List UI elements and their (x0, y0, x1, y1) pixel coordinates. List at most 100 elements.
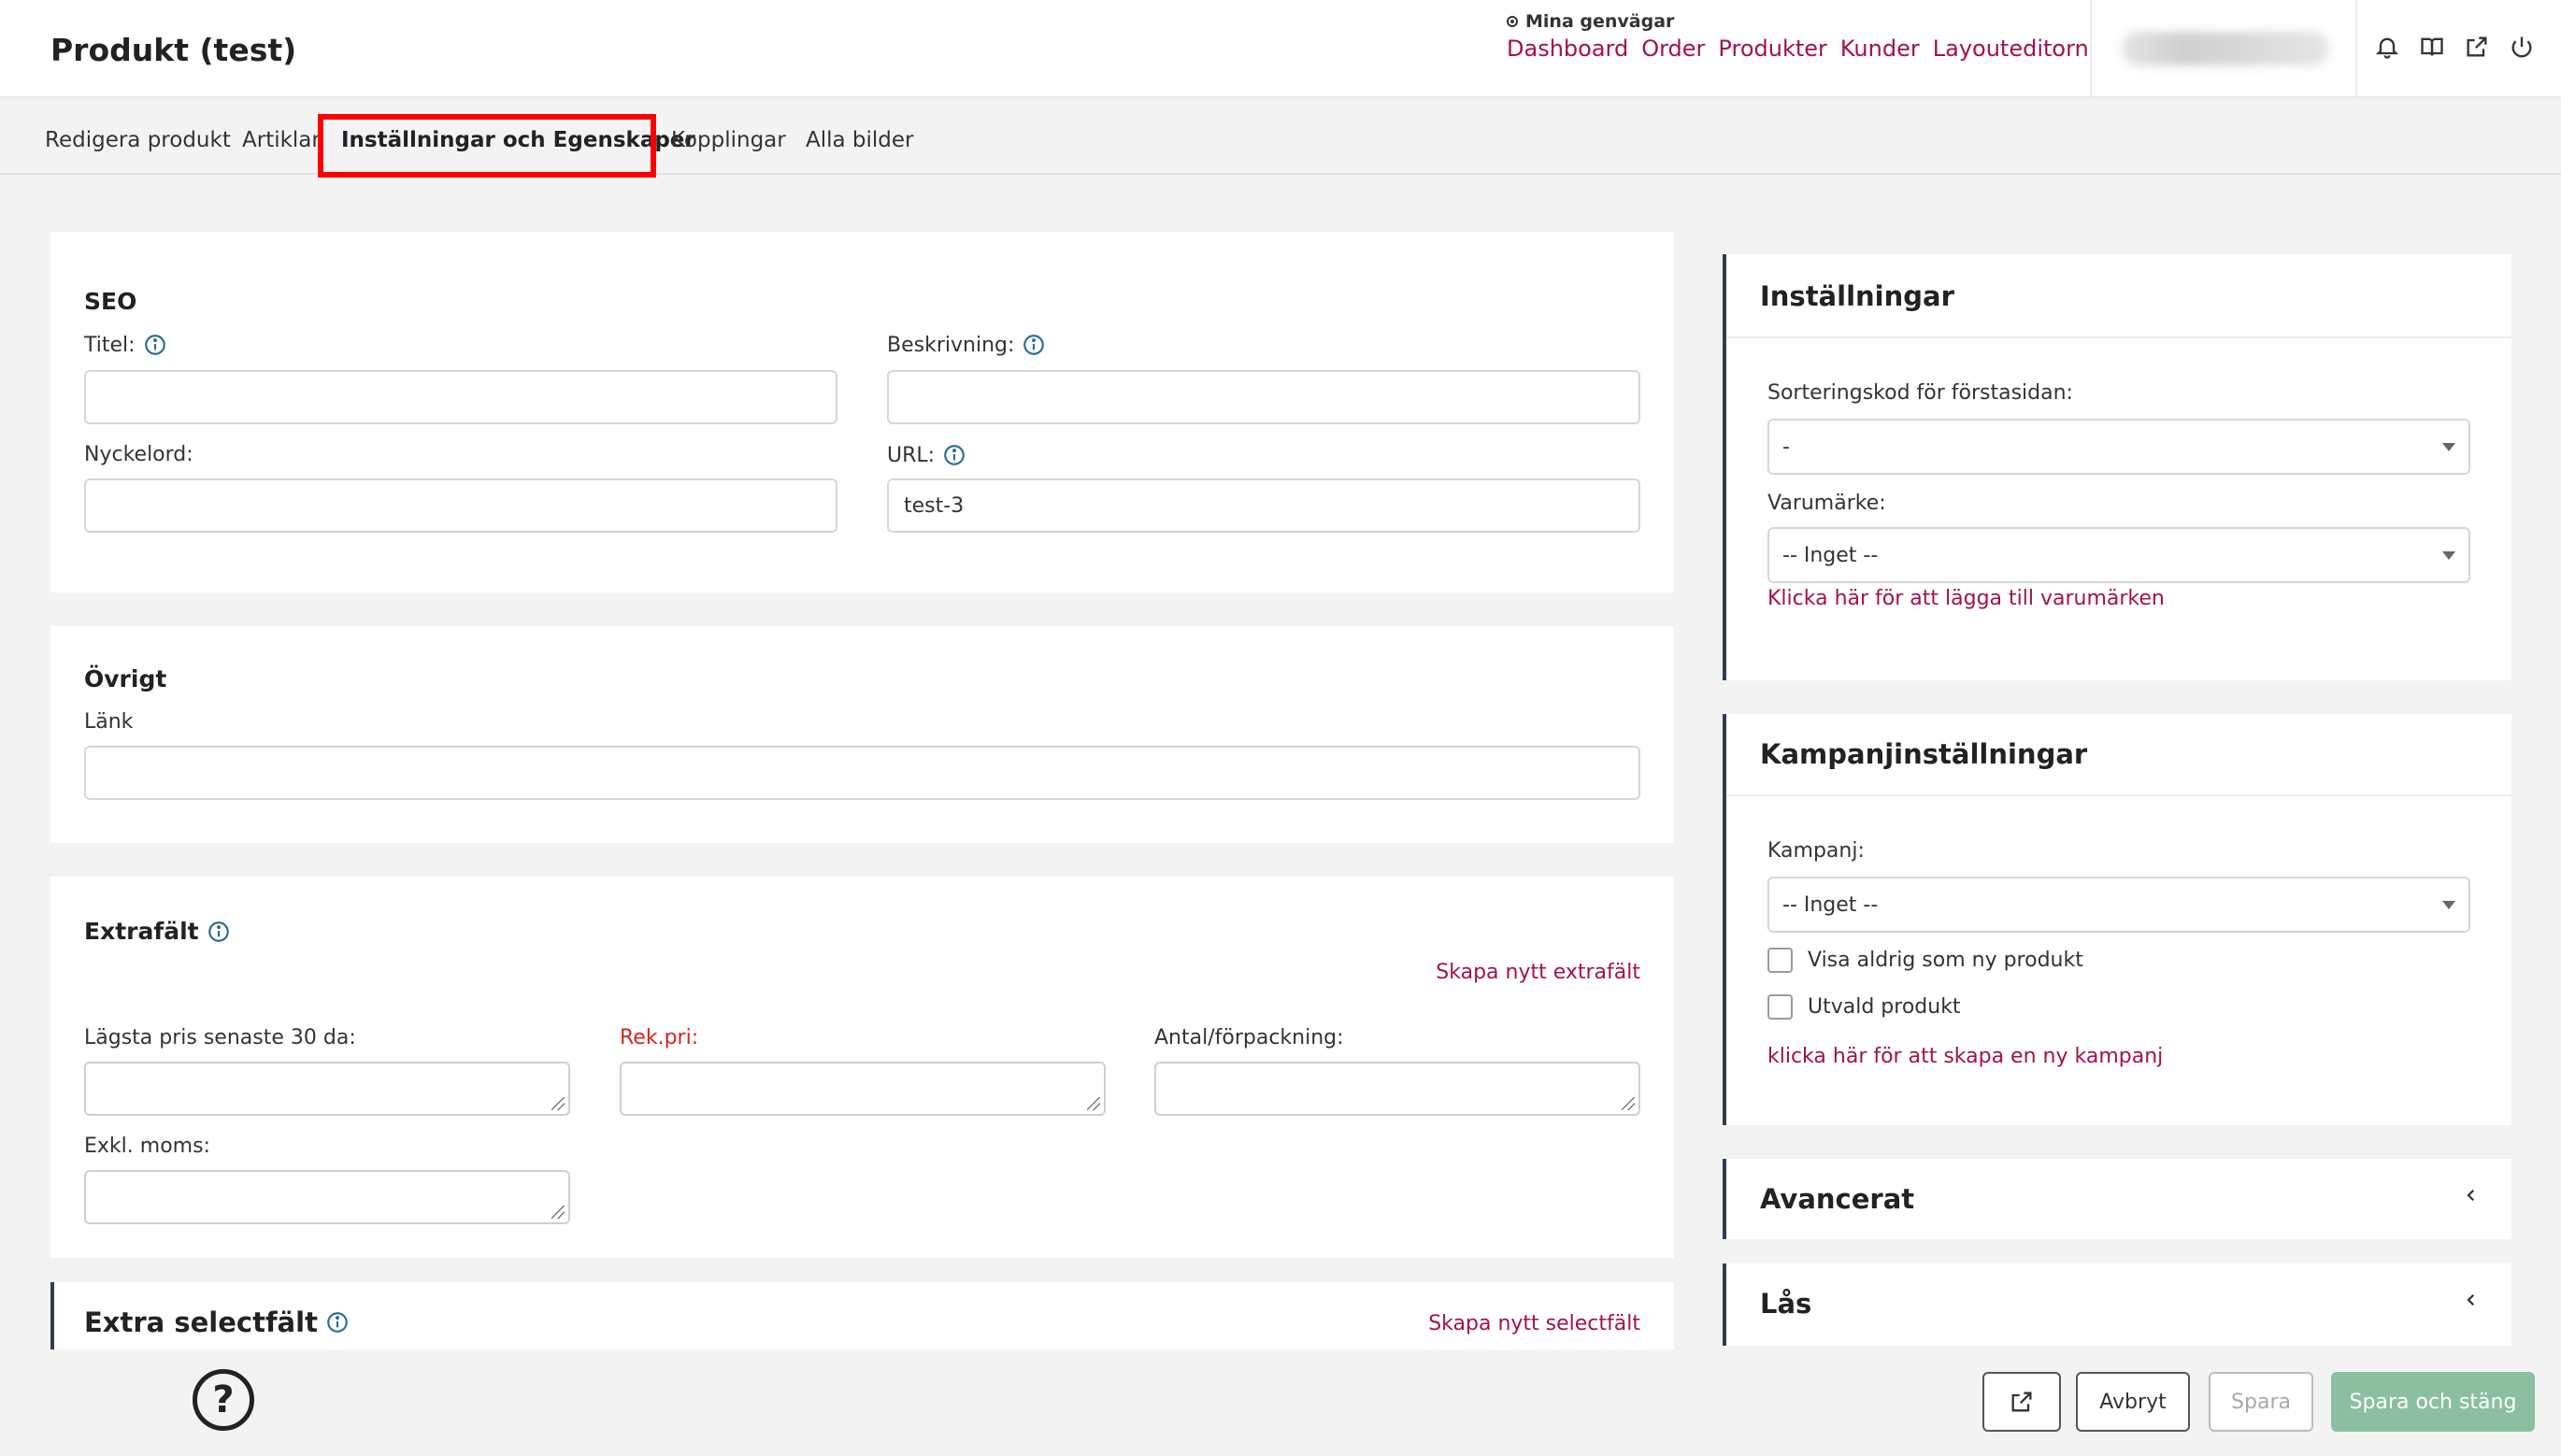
info-icon[interactable] (143, 333, 167, 357)
book-icon[interactable] (2417, 32, 2447, 62)
varumarke-select[interactable]: -- Inget -- (1767, 527, 2470, 583)
ovrigt-panel: Övrigt Länk (50, 626, 1674, 843)
tab-artiklar[interactable]: Artiklar (242, 128, 321, 152)
header-divider (2355, 0, 2357, 96)
shortcut-produkter[interactable]: Produkter (1718, 36, 1826, 62)
resize-grip-icon[interactable] (1622, 1097, 1635, 1110)
kampanj-value: -- Inget -- (1782, 893, 1879, 917)
lagsta-pris-textarea[interactable] (84, 1062, 570, 1116)
tab-redigera-produkt[interactable]: Redigera produkt (45, 128, 231, 152)
active-tab-highlight (318, 114, 656, 178)
kampanj-select[interactable]: -- Inget -- (1767, 877, 2470, 933)
info-icon[interactable] (207, 920, 231, 944)
external-link-icon (2011, 1392, 2032, 1412)
resize-grip-icon[interactable] (551, 1206, 565, 1219)
extrafalt-panel: Extrafält Skapa nytt extrafält Lägsta pr… (50, 877, 1674, 1258)
shortcut-dashboard[interactable]: Dashboard (1507, 36, 1628, 62)
panel-divider (1726, 794, 2511, 796)
open-external-button[interactable] (1982, 1372, 2061, 1432)
exkl-moms-label-text: Exkl. moms: (84, 1135, 210, 1158)
power-icon[interactable] (2507, 32, 2537, 62)
shortcuts-label-text: Mina genvägar (1525, 11, 1675, 32)
sortering-label-text: Sorteringskod för förstasidan: (1767, 381, 2073, 405)
info-icon[interactable] (1022, 333, 1046, 357)
caret-down-icon (2442, 551, 2455, 560)
seo-titel-input[interactable] (84, 370, 837, 424)
resize-grip-icon[interactable] (1087, 1097, 1100, 1110)
varumarke-value: -- Inget -- (1782, 544, 1879, 567)
skapa-ny-kampanj-link[interactable]: klicka här för att skapa en ny kampanj (1767, 1045, 2163, 1068)
visa-aldrig-ny-label: Visa aldrig som ny produkt (1808, 949, 2083, 972)
bell-icon[interactable] (2372, 32, 2402, 62)
avancerat-panel[interactable]: Avancerat (1723, 1159, 2511, 1239)
varumarke-label-text: Varumärke: (1767, 492, 1886, 515)
rek-pri-label-text: Rek.pri: (620, 1026, 699, 1049)
external-link-icon[interactable] (2462, 32, 2492, 62)
header-icons (2372, 32, 2537, 62)
seo-beskrivning-input[interactable] (887, 370, 1640, 424)
kampanj-label-text: Kampanj: (1767, 839, 1865, 863)
chevron-left-icon[interactable] (2459, 1288, 2483, 1312)
skapa-nytt-selectfalt-link[interactable]: Skapa nytt selectfält (1428, 1312, 1640, 1335)
seo-title: SEO (84, 288, 137, 315)
seo-nyckelord-input[interactable] (84, 478, 837, 533)
kampanj-label: Kampanj: (1767, 839, 1865, 863)
panel-divider (1726, 336, 2511, 338)
shortcut-kunder[interactable]: Kunder (1840, 36, 1920, 62)
extrafalt-title-text: Extrafält (84, 918, 199, 945)
nyckelord-label-text: Nyckelord: (84, 443, 193, 466)
kampanj-title: Kampanjinställningar (1760, 738, 2088, 770)
tab-alla-bilder[interactable]: Alla bilder (806, 128, 914, 152)
sorteringskod-value: - (1782, 435, 1790, 459)
caret-down-icon (2442, 443, 2455, 451)
lank-input[interactable] (84, 746, 1640, 800)
gear-icon (1507, 16, 1518, 27)
skapa-nytt-extrafalt-link[interactable]: Skapa nytt extrafält (1436, 961, 1640, 984)
info-icon[interactable] (942, 443, 966, 467)
lank-label: Länk (84, 710, 133, 734)
save-and-close-button[interactable]: Spara och stäng (2331, 1372, 2535, 1432)
shortcut-order[interactable]: Order (1641, 36, 1705, 62)
visa-aldrig-ny-checkbox[interactable] (1767, 948, 1793, 973)
lagga-till-varumarken-link[interactable]: Klicka här för att lägga till varumärken (1767, 587, 2165, 610)
extra-selectfalt-title-text: Extra selectfält (84, 1306, 318, 1338)
extrafalt-label-exkl-moms: Exkl. moms: (84, 1135, 210, 1158)
lank-label-text: Länk (84, 710, 134, 734)
seo-panel: SEO Titel: Beskrivning: Nyckelord: URL: (50, 232, 1674, 592)
beskrivning-label: Beskrivning: (887, 333, 1046, 357)
info-icon[interactable] (325, 1310, 350, 1335)
rek-pri-textarea[interactable] (620, 1062, 1106, 1116)
las-panel[interactable]: Lås (1723, 1263, 2511, 1346)
resize-grip-icon[interactable] (551, 1097, 565, 1110)
help-button[interactable]: ? (193, 1369, 254, 1431)
exkl-moms-textarea[interactable] (84, 1170, 570, 1224)
installningar-panel: Inställningar Sorteringskod för förstasi… (1723, 254, 2511, 680)
avancerat-title: Avancerat (1760, 1183, 1915, 1215)
extrafalt-label-lagsta-pris: Lägsta pris senaste 30 da: (84, 1026, 356, 1049)
top-header: Produkt (test) Mina genvägar Dashboard O… (0, 0, 2561, 96)
extrafalt-label-antal-forpackning: Antal/förpackning: (1154, 1026, 1344, 1049)
page-title: Produkt (test) (50, 32, 297, 68)
url-label: URL: (887, 443, 966, 467)
user-account-blurred[interactable] (2122, 32, 2329, 65)
nyckelord-label: Nyckelord: (84, 443, 193, 466)
cancel-button[interactable]: Avbryt (2076, 1372, 2190, 1432)
kampanj-panel: Kampanjinställningar Kampanj: -- Inget -… (1723, 714, 2511, 1125)
tab-kopplingar[interactable]: Kopplingar (671, 128, 786, 152)
header-divider (2090, 0, 2092, 96)
shortcut-layouteditorn[interactable]: Layouteditorn (1933, 36, 2089, 62)
varumarke-label: Varumärke: (1767, 492, 1886, 515)
antal-forpackning-label-text: Antal/förpackning: (1154, 1026, 1344, 1049)
sorteringskod-select[interactable]: - (1767, 419, 2470, 475)
seo-url-input[interactable] (887, 478, 1640, 533)
extrafalt-title: Extrafält (84, 918, 231, 945)
chevron-left-icon[interactable] (2459, 1183, 2483, 1207)
save-button[interactable]: Spara (2209, 1372, 2313, 1432)
ovrigt-title: Övrigt (84, 665, 167, 692)
antal-forpackning-textarea[interactable] (1154, 1062, 1640, 1116)
titel-label-text: Titel: (84, 333, 136, 357)
utvald-produkt-checkbox[interactable] (1767, 994, 1793, 1020)
shortcuts-nav: Dashboard Order Produkter Kunder Layoute… (1507, 36, 2089, 62)
utvald-produkt-label: Utvald produkt (1808, 995, 1961, 1019)
titel-label: Titel: (84, 333, 167, 357)
